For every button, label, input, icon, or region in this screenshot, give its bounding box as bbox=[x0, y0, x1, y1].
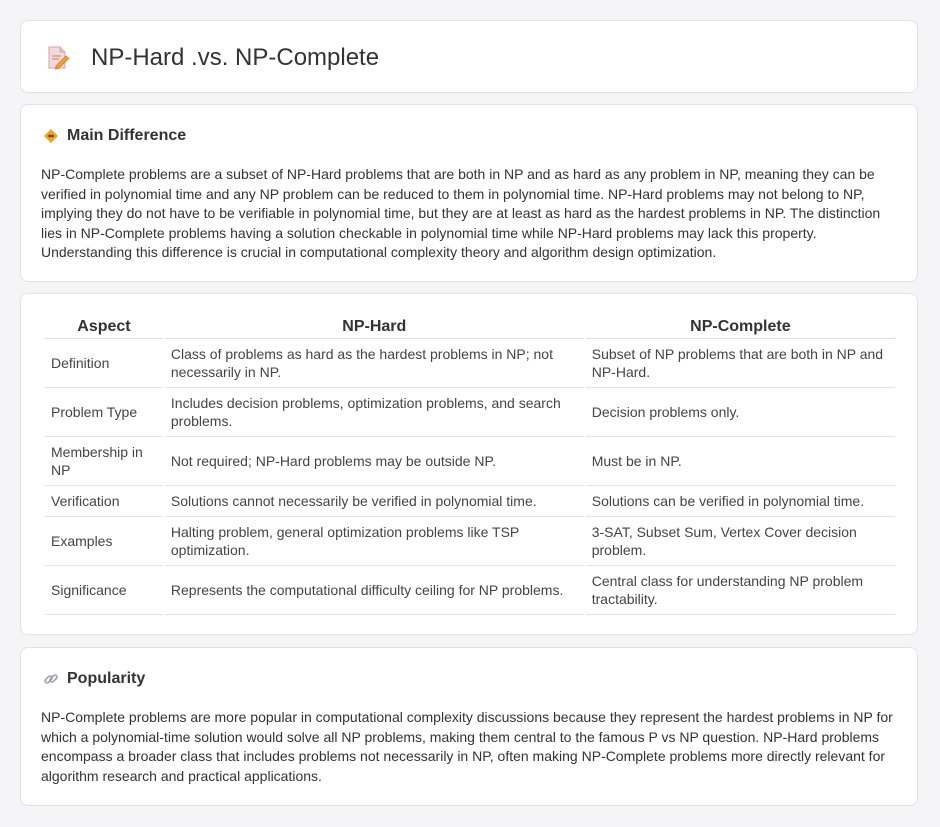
diamond-arrows-icon bbox=[43, 128, 59, 144]
table-row: Significance Represents the computationa… bbox=[45, 566, 895, 615]
aspect-cell: Examples bbox=[45, 517, 163, 566]
np-hard-cell: Represents the computational difficulty … bbox=[164, 566, 584, 615]
aspect-cell: Membership in NP bbox=[45, 437, 163, 486]
main-difference-heading-row: Main Difference bbox=[43, 127, 186, 145]
document-pencil-icon bbox=[47, 45, 70, 71]
table-row: Examples Halting problem, general optimi… bbox=[45, 517, 895, 566]
aspect-cell: Problem Type bbox=[45, 388, 163, 437]
header-row: NP-Hard .vs. NP-Complete bbox=[47, 43, 379, 73]
popularity-heading-row: Popularity bbox=[43, 670, 145, 688]
np-complete-cell: Solutions can be verified in polynomial … bbox=[585, 486, 895, 517]
page-title: NP-Hard .vs. NP-Complete bbox=[91, 44, 380, 71]
column-header-np-complete: NP-Complete bbox=[585, 316, 895, 339]
np-hard-cell: Includes decision problems, optimization… bbox=[164, 388, 584, 437]
np-complete-cell: 3-SAT, Subset Sum, Vertex Cover decision… bbox=[585, 517, 895, 566]
table-header-row: Aspect NP-Hard NP-Complete bbox=[45, 316, 895, 339]
popularity-heading: Popularity bbox=[67, 670, 146, 687]
column-header-aspect: Aspect bbox=[45, 316, 163, 339]
np-complete-cell: Subset of NP problems that are both in N… bbox=[585, 339, 895, 388]
table-row: Membership in NP Not required; NP-Hard p… bbox=[45, 437, 895, 486]
main-difference-card: Main Difference NP-Complete problems are… bbox=[20, 104, 918, 282]
column-header-np-hard: NP-Hard bbox=[164, 316, 584, 339]
link-icon bbox=[43, 671, 59, 687]
np-hard-cell: Halting problem, general optimization pr… bbox=[164, 517, 584, 566]
table-row: Problem Type Includes decision problems,… bbox=[45, 388, 895, 437]
np-complete-cell: Decision problems only. bbox=[585, 388, 895, 437]
comparison-table: Aspect NP-Hard NP-Complete Definition Cl… bbox=[43, 316, 897, 615]
popularity-text: NP-Complete problems are more popular in… bbox=[41, 709, 893, 784]
main-difference-heading: Main Difference bbox=[67, 127, 187, 144]
np-complete-cell: Central class for understanding NP probl… bbox=[585, 566, 895, 615]
np-hard-cell: Not required; NP-Hard problems may be ou… bbox=[164, 437, 584, 486]
main-difference-text: NP-Complete problems are a subset of NP-… bbox=[41, 166, 881, 261]
np-hard-cell: Class of problems as hard as the hardest… bbox=[164, 339, 584, 388]
popularity-card: Popularity NP-Complete problems are more… bbox=[20, 647, 918, 806]
aspect-cell: Significance bbox=[45, 566, 163, 615]
comparison-table-card: Aspect NP-Hard NP-Complete Definition Cl… bbox=[20, 293, 918, 635]
aspect-cell: Verification bbox=[45, 486, 163, 517]
table-row: Definition Class of problems as hard as … bbox=[45, 339, 895, 388]
table-row: Verification Solutions cannot necessaril… bbox=[45, 486, 895, 517]
header-card: NP-Hard .vs. NP-Complete bbox=[20, 20, 918, 93]
np-hard-cell: Solutions cannot necessarily be verified… bbox=[164, 486, 584, 517]
aspect-cell: Definition bbox=[45, 339, 163, 388]
np-complete-cell: Must be in NP. bbox=[585, 437, 895, 486]
